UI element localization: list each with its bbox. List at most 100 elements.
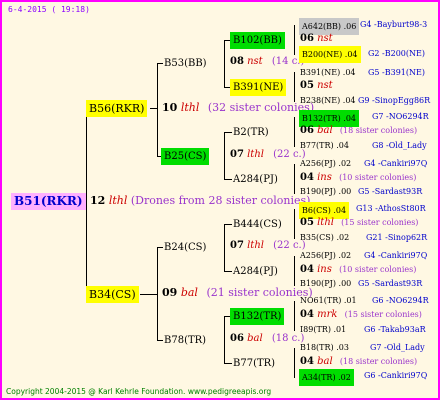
b77-num: 04 xyxy=(300,356,314,367)
b391-num: 05 xyxy=(300,80,314,91)
line-b18-group: G7 -Old_Lady xyxy=(370,343,425,352)
b34-num: 09 xyxy=(162,286,178,299)
node-b391[interactable]: B391(NE) xyxy=(230,79,287,96)
b78-num: 06 xyxy=(230,333,244,344)
b56-num: 10 xyxy=(162,101,178,114)
date-stamp: 6-4-2015 ( 19:18) xyxy=(8,5,90,14)
b34-breed: bal xyxy=(180,286,198,299)
b444-breed: lthl xyxy=(317,217,334,228)
a284-upper-num: 04 xyxy=(300,172,314,183)
b25-num: 07 xyxy=(230,149,244,160)
line-b190-upper[interactable]: B190(PJ) .00 xyxy=(300,187,351,196)
b56-breed: lthl xyxy=(180,101,200,114)
node-b25[interactable]: B25(CS) xyxy=(161,148,210,165)
b78-info: 06 bal (18 c.) xyxy=(230,333,304,344)
b444-note: (15 sister colonies) xyxy=(341,218,419,227)
node-b56[interactable]: B56(RKR) xyxy=(86,100,148,117)
a284-lower-info: 04 ins (10 sister colonies) xyxy=(300,264,416,275)
line-b238[interactable]: B238(NE) .04 xyxy=(300,96,356,105)
connector-g3 xyxy=(294,117,295,147)
b77-breed: bal xyxy=(317,356,333,367)
line-b190-lower[interactable]: B190(PJ) .00 xyxy=(300,279,351,288)
line-no61[interactable]: NO61(TR) .01 xyxy=(300,296,357,305)
a284-lower-num: 04 xyxy=(300,264,314,275)
pedigree-frame: 6-4-2015 ( 19:18) B51(RKR) 12 lthl (Dron… xyxy=(0,0,440,400)
connector-g2 xyxy=(294,72,295,102)
b77-note: (18 sister colonies) xyxy=(339,357,418,366)
connector-g8 xyxy=(294,348,295,378)
center-breed: lthl xyxy=(108,194,128,207)
line-b190-lower-group: G5 -Sardast93R xyxy=(358,279,423,288)
b78-breed: bal xyxy=(247,333,263,344)
b25-info: 07 lthl (22 c.) xyxy=(230,149,306,160)
b24-num: 07 xyxy=(230,240,244,251)
connector-b25-vertical xyxy=(224,132,225,179)
b102-breed: nst xyxy=(317,33,333,44)
line-i89-group: G6 -Takab93aR xyxy=(364,325,426,334)
connector-g4 xyxy=(294,164,295,194)
node-b53[interactable]: B53(BB) xyxy=(161,55,210,72)
a284-upper-info: 04 ins (10 sister colonies) xyxy=(300,172,416,183)
connector-b24-vertical xyxy=(224,224,225,271)
node-a284-upper[interactable]: A284(PJ) xyxy=(230,171,281,188)
b132-note: (15 sister colonies) xyxy=(344,310,422,319)
b444-info: 05 lthl (15 sister colonies) xyxy=(300,217,418,228)
b53-info: 08 nst (14 c.) xyxy=(230,56,304,67)
b25-breed: lthl xyxy=(247,149,264,160)
line-b35[interactable]: B35(CS) .02 xyxy=(300,233,349,242)
node-b2[interactable]: B2(TR) xyxy=(230,124,272,141)
node-b132[interactable]: B132(TR) xyxy=(230,308,285,325)
node-b444[interactable]: B444(CS) xyxy=(230,216,285,233)
line-a256-lower[interactable]: A256(PJ) .02 xyxy=(300,251,351,260)
line-a256-upper[interactable]: A256(PJ) .02 xyxy=(300,159,351,168)
root-node[interactable]: B51(RKR) xyxy=(11,193,86,210)
line-a642-group: G4 -Bayburt98-3 xyxy=(360,20,428,29)
line-b77-upper-group: G8 -Old_Lady xyxy=(372,141,427,150)
connector-root-vertical xyxy=(86,108,87,295)
b77-info: 04 bal (18 sister colonies) xyxy=(300,356,417,367)
node-b78[interactable]: B78(TR) xyxy=(161,332,209,349)
copyright-footer: Copyright 2004-2015 @ Karl Kehrle Founda… xyxy=(6,387,272,396)
line-a256-lower-group: G4 -Cankiri97Q xyxy=(364,251,428,260)
line-a34[interactable]: A34(TR) .02 xyxy=(299,369,354,386)
node-b34[interactable]: B34(CS) xyxy=(86,286,139,303)
line-b200-group: G2 -B200(NE) xyxy=(368,49,425,58)
line-b18[interactable]: B18(TR) .03 xyxy=(300,343,349,352)
line-no61-group: G6 -NO6294R xyxy=(372,296,429,305)
b444-num: 05 xyxy=(300,217,314,228)
b132-num: 04 xyxy=(300,309,314,320)
line-a256-upper-group: G4 -Cankiri97Q xyxy=(364,159,428,168)
b34-note: (21 sister colonies) xyxy=(206,286,313,299)
b132-info: 04 mrk (15 sister colonies) xyxy=(300,309,422,320)
a284-lower-note: (10 sister colonies) xyxy=(339,265,417,274)
b24-breed: lthl xyxy=(247,240,264,251)
b102-info: 06 nst xyxy=(300,33,333,44)
connector-g6 xyxy=(294,256,295,286)
line-b132-upper-group: G7 -NO6294R xyxy=(372,112,429,121)
node-b24[interactable]: B24(CS) xyxy=(161,239,209,256)
b34-info: 09 bal (21 sister colonies) xyxy=(162,286,313,299)
connector-b56-vertical xyxy=(157,63,158,156)
connector-g1 xyxy=(294,25,295,55)
line-i89[interactable]: I89(TR) .01 xyxy=(300,325,346,334)
line-b77-upper[interactable]: B77(TR) .04 xyxy=(300,141,349,150)
connector-b53-vertical xyxy=(224,40,225,87)
line-b35-group: G21 -Sinop62R xyxy=(366,233,428,242)
center-drone-info: 12 lthl (Drones from 28 sister colonies) xyxy=(90,194,310,207)
node-a284-lower[interactable]: A284(PJ) xyxy=(230,263,281,280)
line-b391[interactable]: B391(NE) .04 xyxy=(300,68,356,77)
b56-info: 10 lthl (32 sister colonies) xyxy=(162,101,314,114)
connector-b34-vertical xyxy=(157,247,158,340)
b2-breed: bal xyxy=(317,125,333,136)
node-b77[interactable]: B77(TR) xyxy=(230,355,278,372)
b102-num: 06 xyxy=(300,33,314,44)
b391-info: 05 nst xyxy=(300,80,333,91)
line-b190-upper-group: G5 -Sardast93R xyxy=(358,187,423,196)
node-b102[interactable]: B102(BB) xyxy=(230,32,285,49)
connector-g7 xyxy=(294,301,295,331)
b53-num: 08 xyxy=(230,56,244,67)
b2-info: 06 bal (18 sister colonies) xyxy=(300,125,417,136)
line-b200[interactable]: B200(NE) .04 xyxy=(299,46,361,63)
connector-g5 xyxy=(294,209,295,239)
center-note: (Drones from 28 sister colonies) xyxy=(130,194,311,207)
